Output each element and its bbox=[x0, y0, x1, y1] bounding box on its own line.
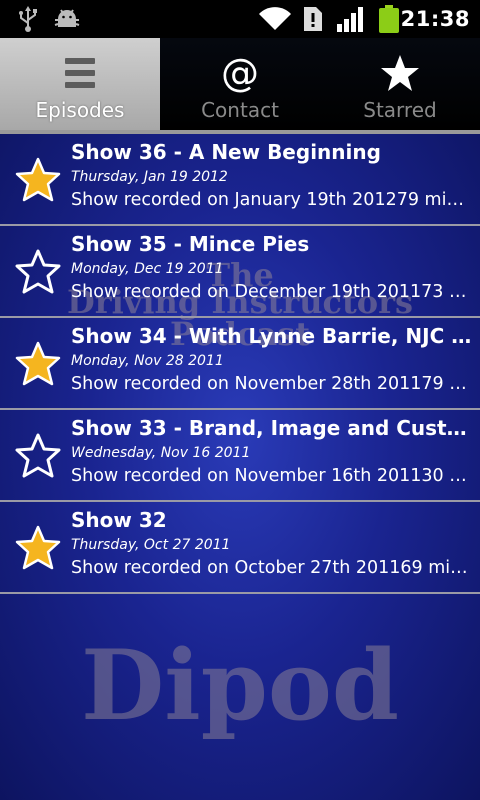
tab-starred-label: Starred bbox=[363, 98, 437, 122]
episode-row[interactable]: Show 33 - Brand, Image and Customer Serv… bbox=[0, 410, 480, 502]
list-icon bbox=[0, 52, 160, 94]
star-filled-icon[interactable] bbox=[14, 340, 62, 388]
background-logo: Dipod bbox=[81, 629, 399, 742]
tab-episodes-label: Episodes bbox=[35, 98, 125, 122]
tab-contact-label: Contact bbox=[201, 98, 279, 122]
episode-title: Show 33 - Brand, Image and Customer Serv… bbox=[71, 416, 475, 440]
episode-row[interactable]: Show 36 - A New Beginning Thursday, Jan 1… bbox=[0, 134, 480, 226]
tab-episodes[interactable]: Episodes bbox=[0, 38, 160, 130]
episode-date: Monday, Dec 19 2011 bbox=[71, 261, 224, 277]
wifi-icon bbox=[258, 0, 292, 38]
star-icon bbox=[320, 52, 480, 94]
episode-description: Show recorded on December 19th 201173 mi… bbox=[71, 282, 475, 302]
battery-icon bbox=[377, 0, 401, 38]
tab-contact[interactable]: @ Contact bbox=[160, 38, 320, 130]
episode-row[interactable]: Show 34 - With Lynne Barrie, NJC Chairma… bbox=[0, 318, 480, 410]
episode-list-area[interactable]: The Driving Instructors Podcast Dipod Sh… bbox=[0, 134, 480, 800]
episode-description: Show recorded on November 28th 201179 mi… bbox=[71, 374, 475, 394]
status-bar: 21:38 bbox=[0, 0, 480, 38]
episode-description: Show recorded on January 19th 201279 min… bbox=[71, 190, 475, 210]
episode-date: Monday, Nov 28 2011 bbox=[71, 353, 224, 369]
tab-starred[interactable]: Starred bbox=[320, 38, 480, 130]
signal-icon bbox=[336, 0, 366, 38]
tab-bar: Episodes @ Contact Starred bbox=[0, 38, 480, 134]
android-debug-icon bbox=[52, 0, 82, 38]
star-outline-icon[interactable] bbox=[14, 248, 62, 296]
episode-row[interactable]: Show 35 - Mince Pies Monday, Dec 19 2011 S… bbox=[0, 226, 480, 318]
at-sign-icon: @ bbox=[221, 51, 259, 95]
episode-date: Thursday, Oct 27 2011 bbox=[71, 537, 231, 553]
episode-title: Show 32 bbox=[71, 508, 167, 532]
episode-date: Wednesday, Nov 16 2011 bbox=[71, 445, 251, 461]
episode-title: Show 36 - A New Beginning bbox=[71, 140, 381, 164]
episode-title: Show 34 - With Lynne Barrie, NJC Chairma… bbox=[71, 324, 475, 348]
episode-row[interactable]: Show 32 Thursday, Oct 27 2011 Show recorde… bbox=[0, 502, 480, 594]
episode-date: Thursday, Jan 19 2012 bbox=[71, 169, 228, 185]
sd-card-icon bbox=[302, 0, 324, 38]
usb-icon bbox=[14, 0, 42, 38]
star-filled-icon[interactable] bbox=[14, 156, 62, 204]
star-outline-icon[interactable] bbox=[14, 432, 62, 480]
episode-description: Show recorded on October 27th 201169 min… bbox=[71, 558, 475, 578]
episode-description: Show recorded on November 16th 201130 mi… bbox=[71, 466, 475, 486]
episode-title: Show 35 - Mince Pies bbox=[71, 232, 310, 256]
status-clock: 21:38 bbox=[400, 7, 470, 31]
star-filled-icon[interactable] bbox=[14, 524, 62, 572]
